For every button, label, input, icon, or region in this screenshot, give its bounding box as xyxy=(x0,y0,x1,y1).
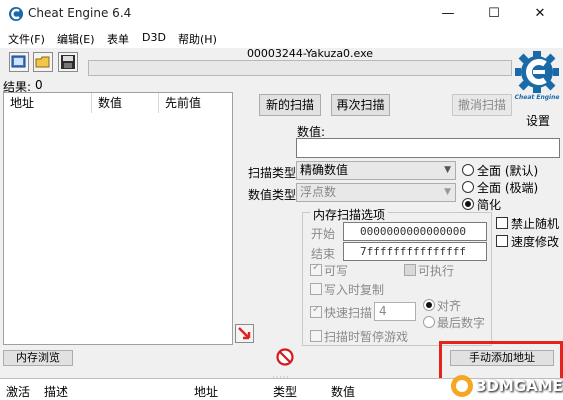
menu-file[interactable]: 文件(F) xyxy=(8,31,45,47)
radio-full-extreme-label[interactable]: 全面 (极端) xyxy=(477,179,538,196)
cheat-engine-logo-icon xyxy=(515,51,559,93)
value-type-label: 数值类型 xyxy=(248,188,297,202)
column-value[interactable]: 数值 xyxy=(92,93,159,113)
save-icon xyxy=(61,55,75,69)
scan-type-value: 精确数值 xyxy=(300,163,349,177)
chevron-down-icon: ▼ xyxy=(444,165,451,175)
menu-bar: 文件(F) 编辑(E) 表单 D3D 帮助(H) xyxy=(0,28,563,48)
executable-label[interactable]: 可执行 xyxy=(418,262,454,279)
value-input[interactable] xyxy=(296,138,560,158)
alignment-label[interactable]: 对齐 xyxy=(437,297,461,314)
fast-scan-checkbox[interactable] xyxy=(310,304,322,318)
chevron-down-icon: ▼ xyxy=(444,187,451,197)
watermark: 3DMGAME xyxy=(450,372,563,400)
radio-full-default-label[interactable]: 全面 (默认) xyxy=(477,162,538,179)
menu-d3d[interactable]: D3D xyxy=(142,31,166,44)
red-arrow-icon xyxy=(238,327,251,340)
window-title: Cheat Engine 6.4 xyxy=(28,6,132,20)
pause-game-label[interactable]: 扫描时暂停游戏 xyxy=(324,328,408,345)
copy-on-write-checkbox[interactable] xyxy=(310,283,322,295)
last-digits-label[interactable]: 最后数字 xyxy=(437,314,485,331)
open-process-icon xyxy=(11,55,26,68)
title-bar: Cheat Engine 6.4 — ☐ ✕ xyxy=(0,0,563,28)
column-active[interactable]: 激活 xyxy=(6,383,30,400)
watermark-logo-icon xyxy=(451,375,473,397)
scan-type-label: 扫描类型 xyxy=(248,166,297,180)
column-previous[interactable]: 先前值 xyxy=(159,93,232,113)
close-button[interactable]: ✕ xyxy=(517,0,563,28)
menu-help[interactable]: 帮助(H) xyxy=(178,31,217,47)
writable-label[interactable]: 可写 xyxy=(324,262,348,279)
open-file-icon xyxy=(35,56,50,68)
process-name: 00003244-Yakuza0.exe xyxy=(246,47,374,60)
column-address[interactable]: 地址 xyxy=(4,93,92,113)
fast-scan-label[interactable]: 快速扫描 xyxy=(324,304,372,321)
undo-scan-button[interactable]: 撤消扫描 xyxy=(452,94,512,116)
settings-logo-button[interactable]: Cheat Engine xyxy=(514,50,560,112)
memory-scan-options-title: 内存扫描选项 xyxy=(310,206,389,223)
stop-address-input[interactable]: 7fffffffffffffff xyxy=(343,242,487,261)
pause-game-checkbox[interactable] xyxy=(310,330,322,342)
watermark-text: 3DMGAME xyxy=(476,377,563,395)
next-scan-button[interactable]: 再次扫描 xyxy=(331,94,390,116)
menu-edit[interactable]: 编辑(E) xyxy=(57,31,95,47)
minimize-button[interactable]: — xyxy=(425,0,471,28)
logo-text: Cheat Engine xyxy=(514,94,560,101)
writable-checkbox[interactable] xyxy=(310,262,322,276)
save-button[interactable] xyxy=(58,52,78,72)
column-description[interactable]: 描述 xyxy=(44,383,68,400)
disable-random-checkbox[interactable] xyxy=(496,217,508,229)
first-scan-button[interactable]: 新的扫描 xyxy=(259,94,321,116)
radio-simplified-label[interactable]: 简化 xyxy=(477,196,501,213)
alignment-radio[interactable] xyxy=(423,299,435,311)
radio-simplified[interactable] xyxy=(462,198,474,210)
radio-full-extreme[interactable] xyxy=(462,181,474,193)
maximize-button[interactable]: ☐ xyxy=(471,0,517,28)
speedhack-label[interactable]: 速度修改 xyxy=(511,233,559,250)
results-count: 0 xyxy=(35,78,43,92)
column-address[interactable]: 地址 xyxy=(194,383,218,400)
radio-full-default[interactable] xyxy=(462,164,474,176)
fast-scan-input[interactable]: 4 xyxy=(374,302,416,321)
copy-on-write-label[interactable]: 写入时复制 xyxy=(324,281,384,298)
stop-label: 结束 xyxy=(311,247,336,261)
disable-random-label[interactable]: 禁止随机 xyxy=(511,215,559,232)
open-file-button[interactable] xyxy=(33,52,53,72)
settings-label[interactable]: 设置 xyxy=(526,112,550,129)
scan-progress-bar xyxy=(88,60,512,76)
clear-list-button[interactable] xyxy=(276,348,294,366)
executable-checkbox[interactable] xyxy=(404,264,416,276)
results-list[interactable]: 地址 数值 先前值 xyxy=(3,92,233,345)
value-type-select[interactable]: 浮点数 ▼ xyxy=(296,183,456,202)
no-entry-icon xyxy=(276,348,294,366)
open-process-button[interactable] xyxy=(9,52,29,72)
start-address-input[interactable]: 0000000000000000 xyxy=(343,222,487,241)
column-type[interactable]: 类型 xyxy=(273,383,297,400)
start-label: 开始 xyxy=(311,227,336,241)
menu-table[interactable]: 表单 xyxy=(107,31,129,47)
copy-to-list-button[interactable] xyxy=(235,324,254,343)
value-type-value: 浮点数 xyxy=(300,185,337,199)
last-digits-radio[interactable] xyxy=(423,316,435,328)
cheat-engine-icon xyxy=(9,7,23,21)
speedhack-checkbox[interactable] xyxy=(496,235,508,247)
scan-type-select[interactable]: 精确数值 ▼ xyxy=(296,161,456,180)
memory-view-button[interactable]: 内存浏览 xyxy=(3,350,73,366)
column-value[interactable]: 数值 xyxy=(331,383,355,400)
